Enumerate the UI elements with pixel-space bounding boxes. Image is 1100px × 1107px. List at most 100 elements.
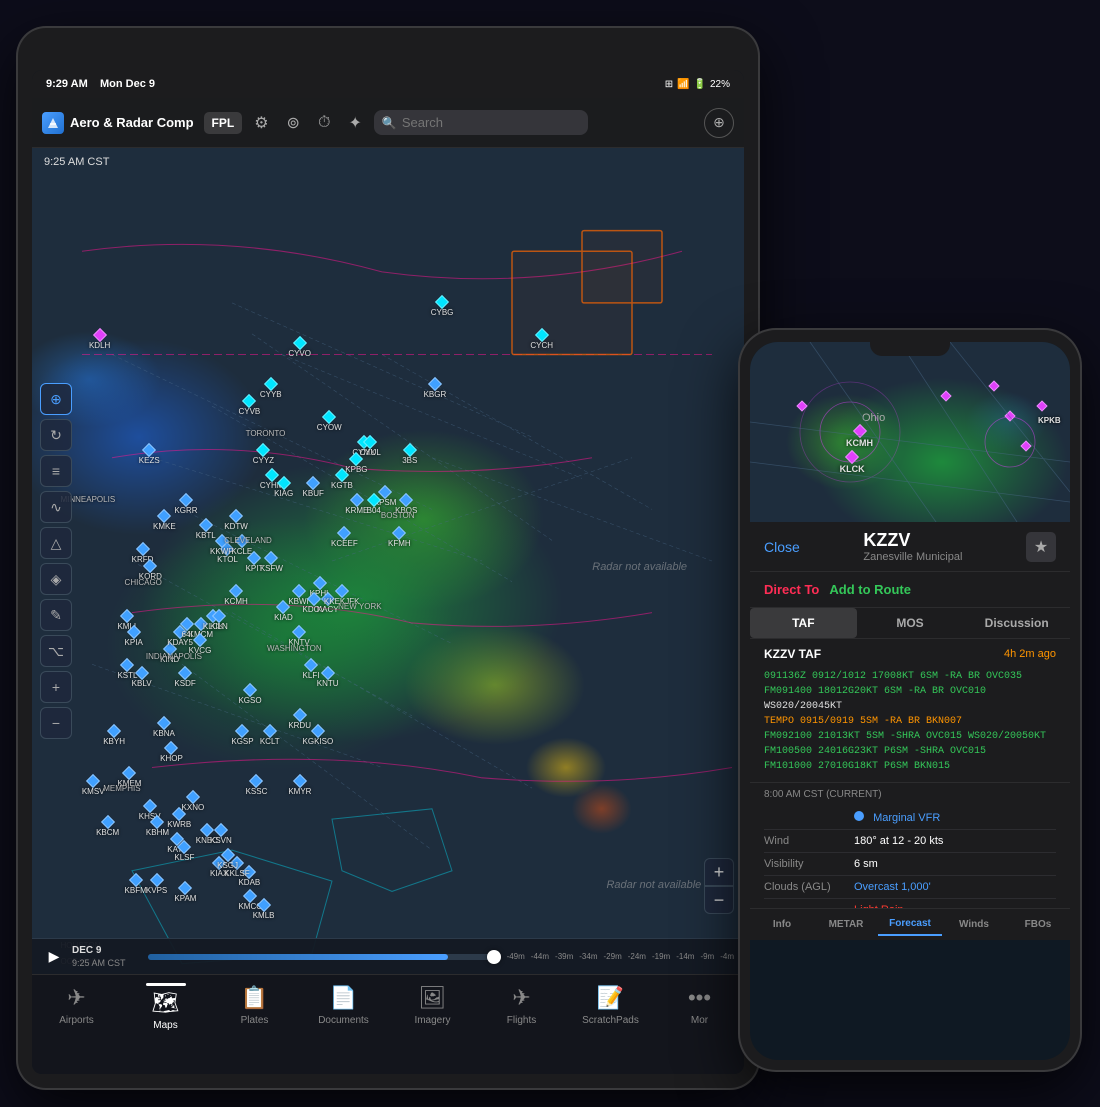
airport-marker[interactable]: 3BS	[402, 445, 417, 465]
star-icon-button[interactable]: ✦	[342, 109, 367, 137]
airport-marker[interactable]: KBGR	[424, 379, 447, 399]
airport-marker[interactable]: KBYH	[103, 726, 125, 746]
airport-marker[interactable]: KEZS	[139, 445, 160, 465]
app-icon	[42, 112, 64, 134]
airport-marker[interactable]: KMKE	[153, 511, 176, 531]
airport-marker[interactable]: KMYR	[288, 776, 311, 796]
nav-item-plates[interactable]: 📋 Plates	[210, 985, 299, 1026]
settings-icon-button[interactable]: ⚙	[248, 109, 274, 137]
airport-marker[interactable]: KPAM	[174, 883, 196, 903]
mos-tab[interactable]: MOS	[857, 608, 964, 638]
airport-marker[interactable]: KPIA	[125, 627, 143, 647]
nav-item-scratchpads[interactable]: 📝 ScratchPads	[566, 985, 655, 1026]
fbos-tab[interactable]: FBOs	[1006, 913, 1070, 936]
nav-item-more[interactable]: ••• Mor	[655, 985, 744, 1026]
nav-item-flights[interactable]: ✈ Flights	[477, 985, 566, 1026]
airport-marker[interactable]: KDLH	[89, 330, 110, 350]
airport-marker[interactable]: KSSC	[246, 776, 268, 796]
airport-marker[interactable]: KHOP	[160, 743, 183, 763]
airport-marker[interactable]: KBHM	[146, 817, 169, 837]
nav-item-airports[interactable]: ✈ Airports	[32, 985, 121, 1026]
airport-marker[interactable]: KVPS	[146, 875, 167, 895]
location-button[interactable]: ⊕	[704, 108, 734, 138]
airport-marker[interactable]: KSVN	[210, 825, 232, 845]
airport-marker[interactable]: KSFW	[260, 553, 283, 573]
airport-marker[interactable]: KGTB	[331, 470, 353, 490]
airport-marker[interactable]: KDOV	[303, 594, 326, 614]
airport-marker[interactable]: KGKISO	[303, 726, 334, 746]
airport-marker[interactable]: CYYZ	[253, 445, 274, 465]
airport-marker[interactable]: CYBG	[431, 297, 454, 317]
airport-marker[interactable]: KMLB	[253, 900, 275, 920]
city-label: MEMPHIS	[103, 784, 140, 793]
airport-marker[interactable]: KRME	[345, 495, 368, 515]
draw-tool-button[interactable]: ∿	[40, 491, 72, 523]
discussion-tab[interactable]: Discussion	[963, 608, 1070, 638]
airport-marker[interactable]: KBFM	[125, 875, 147, 895]
nav-item-documents[interactable]: 📄 Documents	[299, 985, 388, 1026]
airport-marker[interactable]: 64I	[182, 619, 193, 639]
route-tool-button[interactable]: ⌥	[40, 635, 72, 667]
airport-marker[interactable]: KGSO	[238, 685, 261, 705]
airport-marker[interactable]: CYYB	[260, 379, 282, 399]
winds-tab[interactable]: Winds	[942, 913, 1006, 936]
airport-marker[interactable]: KGRR	[174, 495, 197, 515]
airport-marker[interactable]: KBUF	[303, 478, 324, 498]
airport-marker[interactable]: KSGJ	[217, 850, 238, 870]
airport-marker[interactable]: CYOW	[317, 412, 342, 432]
airport-marker[interactable]: KSTL	[117, 660, 137, 680]
rotate-tool-button[interactable]: ↻	[40, 419, 72, 451]
layers-tool-button[interactable]: ≡	[40, 455, 72, 487]
clock-icon-button[interactable]: ⏱	[312, 110, 336, 136]
timeline-play-button[interactable]: ▶	[42, 945, 66, 969]
airport-marker[interactable]: KNTU	[317, 668, 339, 688]
airport-marker[interactable]: KGSP	[231, 726, 253, 746]
measure-tool-button[interactable]: △	[40, 527, 72, 559]
airport-marker[interactable]: KFMH	[388, 528, 411, 548]
airport-marker[interactable]: KBCM	[96, 817, 119, 837]
taf-tab[interactable]: TAF	[750, 608, 857, 638]
zoom-in-button[interactable]: +	[704, 858, 734, 886]
timeline-thumb[interactable]	[487, 950, 501, 964]
nav-item-imagery[interactable]: 🖼 Imagery	[388, 985, 477, 1026]
airport-marker[interactable]: CYCH	[530, 330, 553, 350]
shield-tool-button[interactable]: ◈	[40, 563, 72, 595]
add-button[interactable]: +	[40, 671, 72, 703]
phone-wx-row-visibility: Visibility 6 sm	[764, 853, 1056, 876]
airport-marker[interactable]: KILN	[210, 611, 228, 631]
airport-marker[interactable]: KDTW	[224, 511, 248, 531]
search-input[interactable]	[374, 110, 588, 135]
metar-tab[interactable]: METAR	[814, 913, 878, 936]
airport-marker[interactable]: CYVB	[238, 396, 260, 416]
airport-marker[interactable]: KBNA	[153, 718, 175, 738]
timeline-bar[interactable]	[148, 954, 501, 960]
airport-marker[interactable]: B04	[367, 495, 381, 515]
airport-marker[interactable]: KMSV	[82, 776, 105, 796]
phone-notch	[870, 342, 950, 356]
tablet-map[interactable]: 9:25 AM CST	[32, 148, 744, 974]
add-to-route-button[interactable]: Add to Route	[829, 578, 911, 601]
pen-tool-button[interactable]: ✎	[40, 599, 72, 631]
airport-marker[interactable]: KSDF	[174, 668, 195, 688]
airport-marker[interactable]: KIAG	[274, 478, 293, 498]
forecast-tab[interactable]: Forecast	[878, 913, 942, 936]
nav-item-maps[interactable]: 🗺 Maps	[121, 985, 210, 1031]
airport-marker[interactable]: KCMH	[224, 586, 248, 606]
layers-icon-button[interactable]: ⊚	[281, 109, 306, 137]
phone-close-button[interactable]: Close	[764, 539, 800, 555]
airport-marker[interactable]: KCLT	[260, 726, 280, 746]
pan-tool-button[interactable]: ⊕	[40, 383, 72, 415]
direct-to-button[interactable]: Direct To	[764, 578, 819, 601]
zoom-out-button[interactable]: −	[704, 886, 734, 914]
phone-map[interactable]: Ohio KCMH KLCK	[750, 342, 1070, 542]
airport-marker[interactable]: KWRB	[167, 809, 191, 829]
airport-marker[interactable]: KCEEF	[331, 528, 358, 548]
airport-marker[interactable]: KLSF	[174, 842, 194, 862]
tablet-screen: 9:29 AM Mon Dec 9 ⊞ 📶 🔋 22%	[32, 70, 744, 1074]
phone-wx-wind-value: 180° at 12 - 20 kts	[854, 835, 1056, 847]
info-tab[interactable]: Info	[750, 913, 814, 936]
minus-button[interactable]: −	[40, 707, 72, 739]
fpl-button[interactable]: FPL	[204, 112, 243, 134]
phone-star-button[interactable]: ★	[1026, 532, 1056, 562]
airport-marker[interactable]: CYVO	[288, 338, 311, 358]
